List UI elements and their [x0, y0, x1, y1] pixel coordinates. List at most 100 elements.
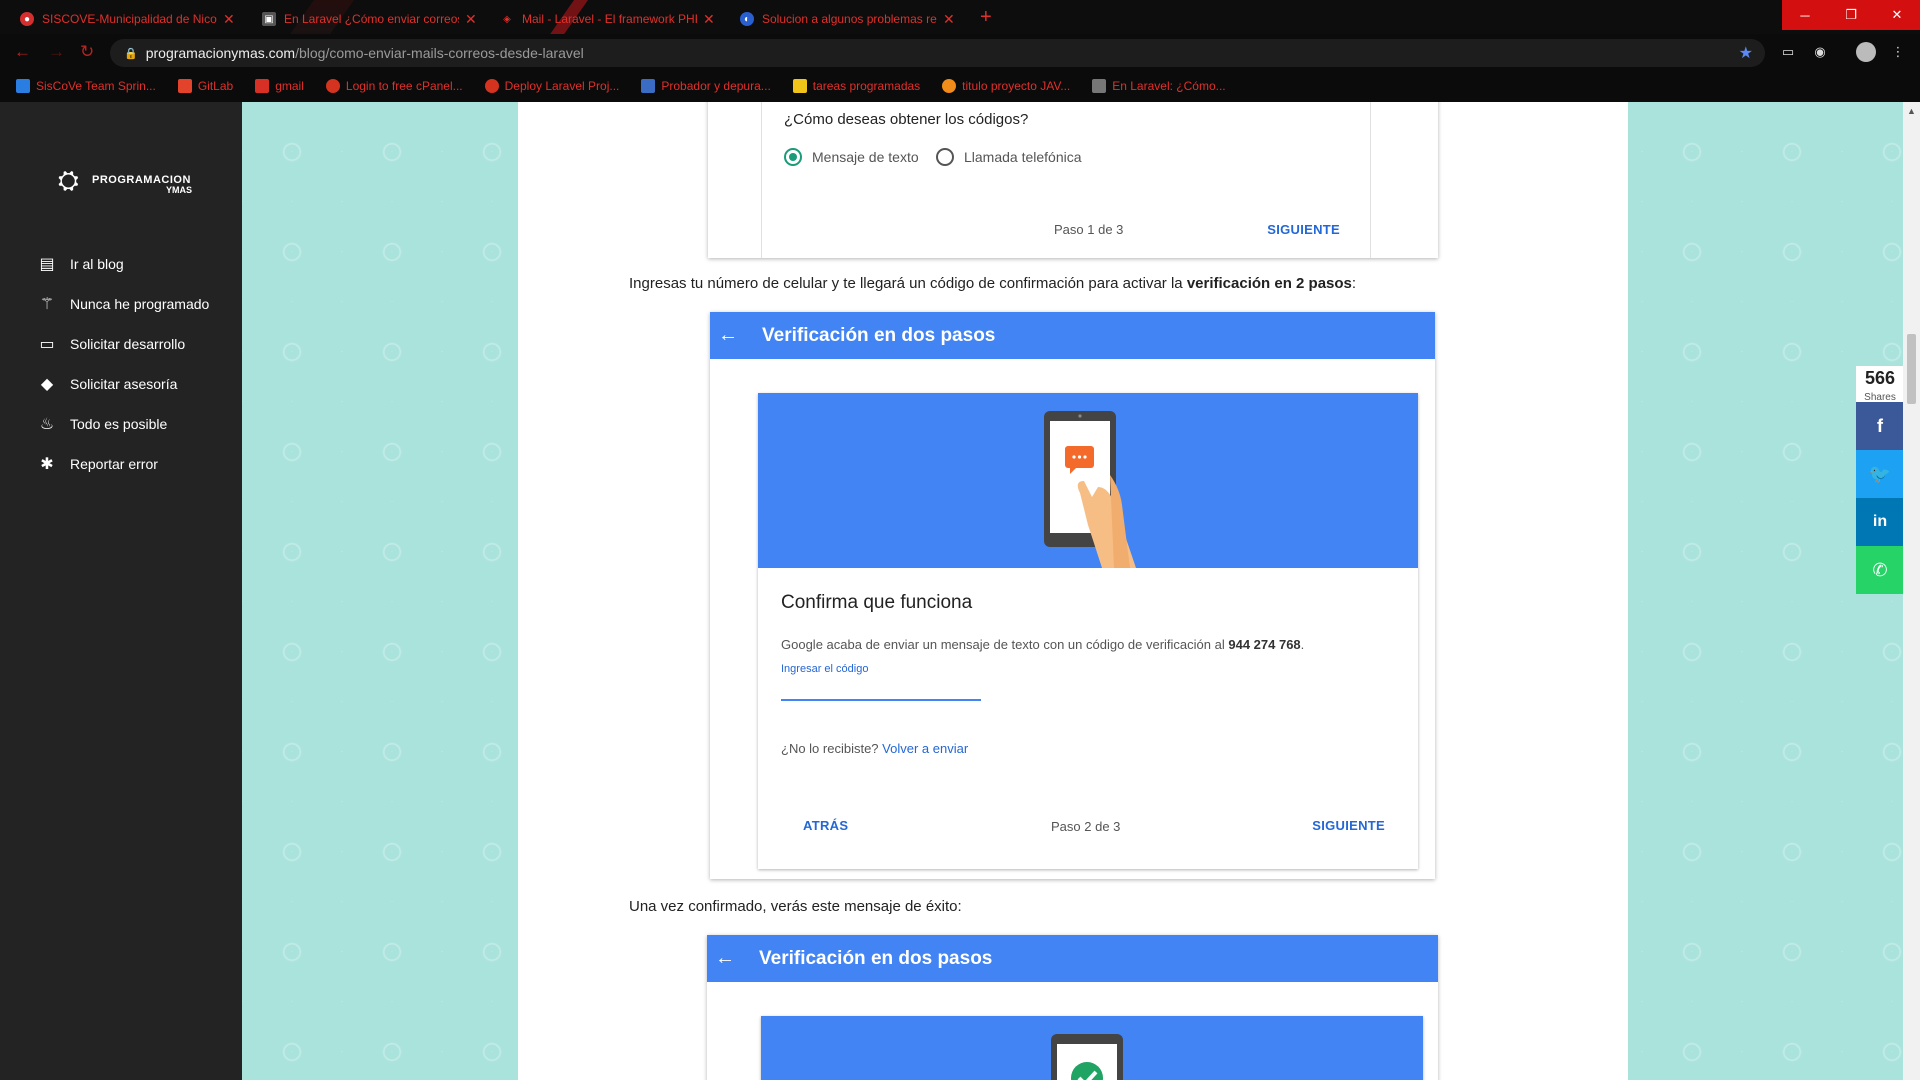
option-call[interactable]: Llamada telefónica [936, 148, 1082, 166]
hero-illustration [761, 1016, 1423, 1080]
restore-button[interactable]: ❐ [1828, 0, 1874, 30]
scrollbar-thumb[interactable] [1907, 334, 1916, 404]
back-button[interactable]: ATRÁS [803, 818, 848, 833]
bookmark-deploy[interactable]: Deploy Laravel Proj... [484, 79, 619, 93]
magic-wand-icon: ⚚ [39, 296, 55, 313]
bookmark-titulo[interactable]: titulo proyecto JAV... [942, 79, 1070, 93]
bookmark-tareas[interactable]: tareas programadas [792, 79, 921, 93]
logo-text: YMAS [166, 185, 193, 195]
gitlab-icon [177, 79, 192, 93]
option-label: Mensaje de texto [812, 149, 919, 165]
next-button[interactable]: SIGUIENTE [1312, 818, 1385, 833]
not-received-text: ¿No lo recibiste? [781, 741, 879, 756]
hero-illustration [758, 393, 1418, 568]
radio-selected-icon[interactable] [784, 148, 802, 166]
tab-title: En Laravel ¿Cómo enviar correos [284, 12, 459, 26]
step1-card: ¿Cómo deseas obtener los códigos? Mensaj… [708, 102, 1438, 258]
whatsapp-share-button[interactable]: ✆ [1856, 546, 1904, 594]
new-tab-button[interactable]: + [980, 6, 992, 29]
next-button[interactable]: SIGUIENTE [1267, 222, 1340, 237]
bookmark-label: tareas programadas [812, 79, 921, 93]
page-viewport: ⛭ PROGRAMACION YMAS ▤ Ir al blog ⚚ Nunca… [0, 102, 1920, 1080]
laptop-icon: ▭ [39, 336, 55, 353]
share-count-number: 566 [1864, 368, 1896, 388]
tab-title: SISCOVE-Municipalidad de Nicolás [42, 12, 217, 26]
code-input[interactable] [781, 677, 981, 701]
bookmark-star-icon[interactable]: ★ [1739, 43, 1753, 63]
phone-check-illustration [1051, 1034, 1123, 1080]
regex-icon [641, 79, 656, 93]
bookmark-siscove[interactable]: SisCoVe Team Sprin... [16, 79, 156, 93]
bookmark-gmail[interactable]: gmail [255, 79, 304, 93]
sidebar-item-asesoria[interactable]: ◆ Solicitar asesoría [36, 372, 178, 396]
sidebar-item-nunca[interactable]: ⚚ Nunca he programado [36, 292, 209, 316]
cast-icon[interactable]: ▭ [1780, 44, 1796, 60]
step-indicator: Paso 1 de 3 [1054, 222, 1124, 237]
tab-title: Mail - Laravel - El framework PHP [522, 12, 697, 26]
address-bar[interactable]: 🔒 programacionymas.com /blog/como-enviar… [110, 39, 1765, 67]
address-toolbar: ← → ↻ 🔒 programacionymas.com /blog/como-… [0, 34, 1920, 70]
bookmark-label: GitLab [197, 79, 234, 93]
tab-laravel-mail[interactable]: ◈ Mail - Laravel - El framework PHP ✕ [480, 4, 725, 34]
bookmarks-bar: SisCoVe Team Sprin... GitLab gmail Login… [0, 70, 1920, 102]
sidebar-item-label: Nunca he programado [70, 296, 210, 312]
phone-hand-illustration [1044, 411, 1136, 568]
radio-unselected-icon[interactable] [936, 148, 954, 166]
confirm-heading: Confirma que funciona [781, 592, 973, 613]
resend-link[interactable]: Volver a enviar [882, 741, 968, 756]
option-sms[interactable]: Mensaje de texto [784, 148, 919, 166]
back-arrow-icon[interactable]: ← [14, 42, 31, 62]
sidebar-item-label: Todo es posible [70, 416, 168, 432]
linkedin-share-button[interactable]: in [1856, 498, 1904, 546]
sidebar-item-label: Solicitar asesoría [70, 376, 178, 392]
bookmark-favicon-icon [16, 79, 30, 93]
tab-solucion[interactable]: ◐ Solucion a algunos problemas re ✕ [720, 4, 965, 34]
bookmark-gitlab[interactable]: GitLab [177, 79, 234, 93]
minimize-button[interactable]: ─ [1782, 0, 1828, 30]
forward-arrow-icon[interactable]: → [48, 42, 65, 62]
body-text: . [1300, 637, 1305, 652]
close-tab-icon[interactable]: ✕ [943, 11, 955, 28]
twitter-share-button[interactable]: 🐦 [1856, 450, 1904, 498]
back-arrow-icon[interactable]: ← [715, 947, 735, 970]
card-header: ← Verificación en dos pasos [710, 312, 1435, 359]
paragraph-success: Una vez confirmado, verás este mensaje d… [629, 898, 962, 915]
cpanel-icon [484, 79, 499, 93]
paragraph-text: Ingresas tu número de celular y te llega… [629, 275, 1187, 292]
card-header: ← Verificación en dos pasos [707, 935, 1438, 982]
tab-laravel-correos[interactable]: ▣ En Laravel ¿Cómo enviar correos ✕ [242, 4, 487, 34]
extension-icon[interactable]: ◉ [1812, 44, 1828, 60]
sidebar-item-desarrollo[interactable]: ▭ Solicitar desarrollo [36, 332, 185, 356]
bookmark-label: Login to free cPanel... [345, 79, 463, 93]
close-tab-icon[interactable]: ✕ [223, 11, 235, 28]
bookmark-probador[interactable]: Probador y depura... [641, 79, 771, 93]
bookmark-favicon-icon [942, 79, 957, 93]
share-bar: 566 Shares f 🐦 in ✆ [1856, 366, 1904, 594]
graduation-cap-icon: ◆ [40, 376, 54, 393]
profile-avatar[interactable] [1856, 42, 1876, 62]
tab-siscove[interactable]: ● SISCOVE-Municipalidad de Nicolás ✕ [0, 4, 245, 34]
sidebar-item-blog[interactable]: ▤ Ir al blog [36, 252, 123, 276]
scroll-up-arrow-icon[interactable]: ▲ [1907, 106, 1916, 116]
bookmark-cpanel[interactable]: Login to free cPanel... [325, 79, 463, 93]
close-tab-icon[interactable]: ✕ [703, 11, 715, 28]
close-window-button[interactable]: ✕ [1874, 0, 1920, 30]
scrollbar[interactable]: ▲ [1903, 102, 1920, 1080]
success-panel [761, 1016, 1423, 1080]
laravel-icon: ◈ [503, 13, 511, 25]
bookmark-label: gmail [275, 79, 304, 93]
bookmark-label: En Laravel: ¿Cómo... [1112, 79, 1226, 93]
sidebar-item-posible[interactable]: ♨ Todo es posible [36, 412, 167, 436]
back-arrow-icon[interactable]: ← [718, 324, 738, 347]
menu-dots-icon[interactable]: ⋮ [1890, 44, 1906, 60]
facebook-share-button[interactable]: f [1856, 402, 1904, 450]
bookmark-en-laravel[interactable]: En Laravel: ¿Cómo... [1092, 79, 1226, 93]
site-logo[interactable]: ⛭ PROGRAMACION YMAS [58, 162, 198, 202]
twitter-icon: 🐦 [1868, 463, 1892, 484]
close-tab-icon[interactable]: ✕ [465, 11, 477, 28]
url-host: programacionymas.com [145, 45, 296, 61]
reload-icon[interactable]: ↻ [80, 42, 94, 62]
book-icon: ▤ [39, 256, 55, 273]
sidebar-item-reportar[interactable]: ✱ Reportar error [36, 452, 158, 476]
siscove-icon: ● [20, 12, 34, 26]
